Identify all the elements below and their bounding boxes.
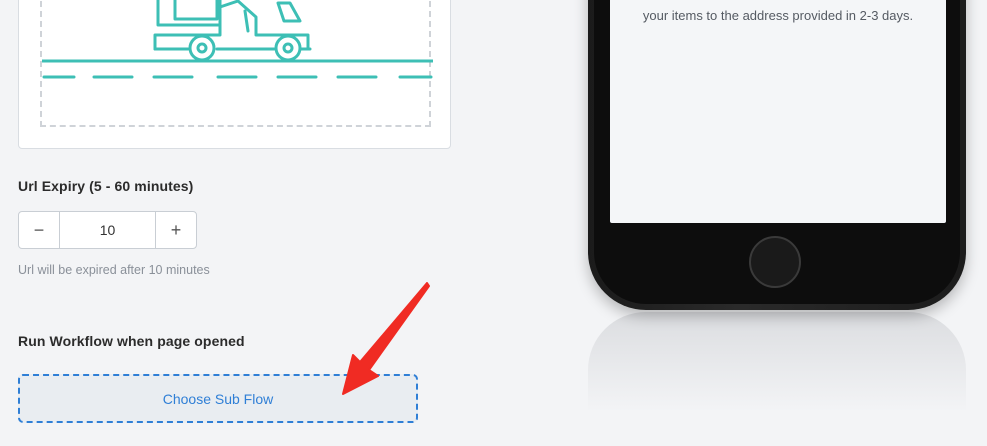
- url-expiry-stepper: − 10 +: [18, 211, 197, 249]
- choose-sub-flow-button[interactable]: Choose Sub Flow: [18, 374, 418, 423]
- delivery-truck-icon: [42, 0, 433, 79]
- run-workflow-label: Run Workflow when page opened: [18, 333, 245, 349]
- home-button: [749, 236, 801, 288]
- phone-screen: your items to the address provided in 2-…: [610, 0, 946, 223]
- screen-message: your items to the address provided in 2-…: [642, 8, 914, 23]
- url-expiry-hint: Url will be expired after 10 minutes: [18, 263, 210, 277]
- phone-mockup: your items to the address provided in 2-…: [588, 0, 966, 310]
- url-expiry-input[interactable]: 10: [60, 212, 155, 248]
- phone-reflection: [588, 312, 966, 412]
- image-preview-card: [18, 0, 451, 149]
- image-dropzone[interactable]: [40, 0, 433, 127]
- decrement-button[interactable]: −: [19, 212, 60, 248]
- increment-button[interactable]: +: [155, 212, 196, 248]
- url-expiry-label: Url Expiry (5 - 60 minutes): [18, 178, 194, 194]
